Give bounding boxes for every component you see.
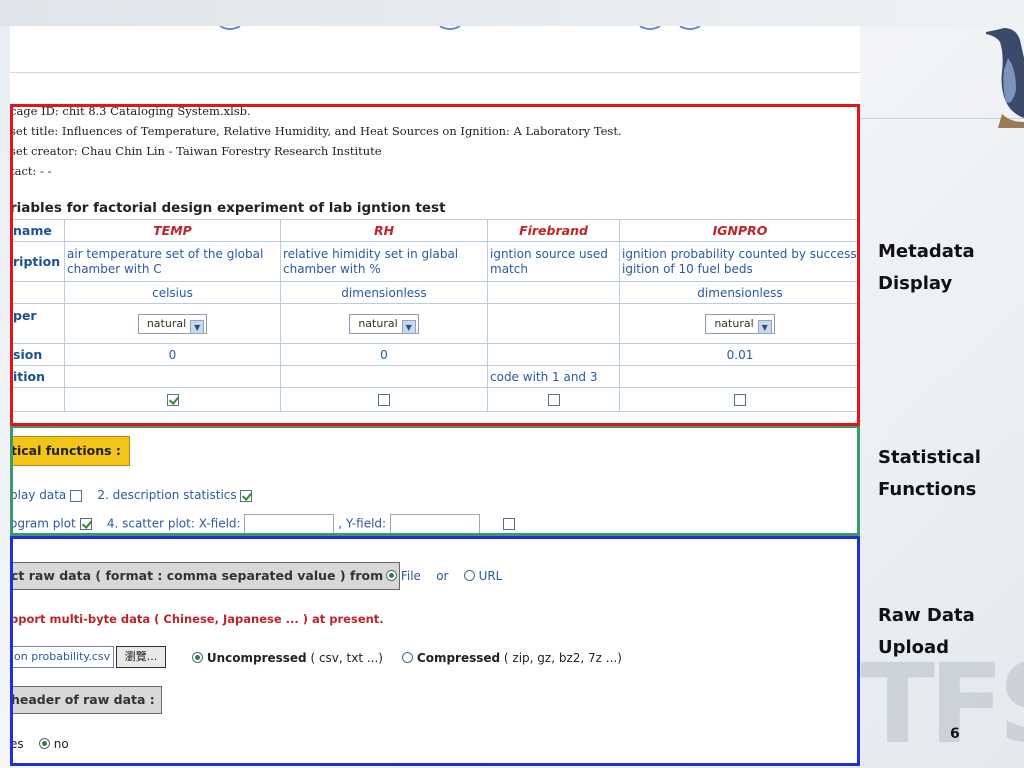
label-line: Functions — [878, 479, 977, 500]
raw-data-upload-frame — [10, 536, 860, 766]
cropped-heading-fragment — [219, 26, 701, 30]
raw-data-upload-label: Raw Data Upload — [878, 600, 975, 664]
label-line: Statistical — [878, 447, 981, 468]
statistical-functions-label: Statistical Functions — [878, 442, 981, 506]
metadata-display-label: Metadata Display — [878, 236, 975, 300]
metadata-display-frame — [10, 104, 860, 426]
page-number: 6 — [950, 726, 960, 742]
panel-separator — [10, 72, 860, 73]
label-line: Metadata — [878, 241, 975, 262]
label-line: Upload — [878, 637, 950, 658]
slide-top-bar — [0, 0, 1024, 26]
bird-logo-icon — [986, 28, 1024, 128]
label-line: Display — [878, 273, 953, 294]
statistical-functions-frame — [10, 426, 860, 536]
label-line: Raw Data — [878, 605, 975, 626]
